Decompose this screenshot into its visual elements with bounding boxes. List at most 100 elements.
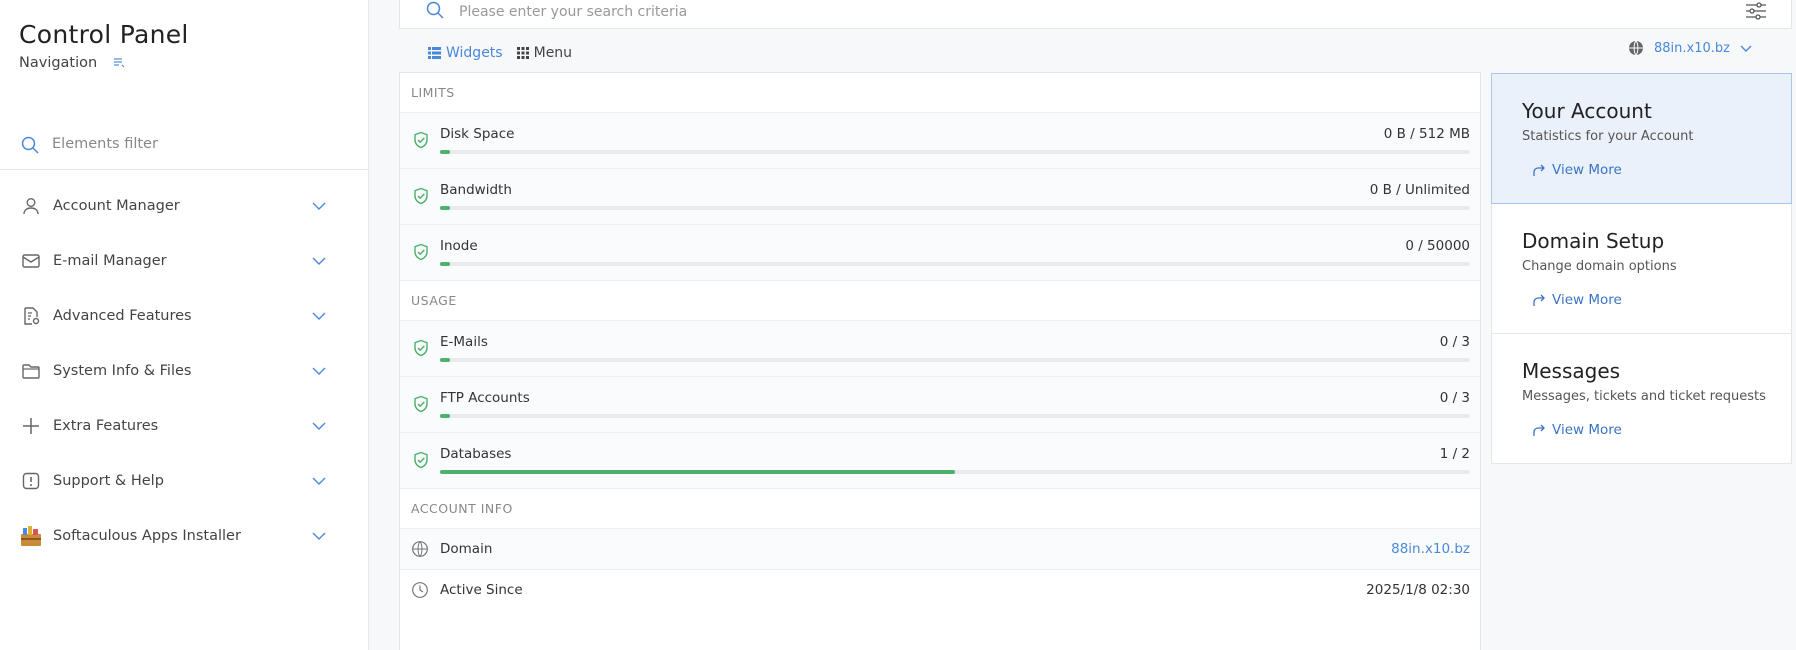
navigation-label: Navigation (19, 55, 98, 71)
sidebar-subtitle: Navigation (19, 55, 127, 71)
shield-check-icon (414, 451, 428, 469)
chevron-down-icon[interactable] (311, 308, 327, 324)
stat-row-inode: Inode 0 / 50000 (400, 225, 1480, 281)
chevron-down-icon[interactable] (311, 198, 327, 214)
softaculous-icon (20, 525, 42, 547)
search-icon (425, 0, 445, 24)
info-row-active-since: Active Since 2025/1/8 02:30 (400, 570, 1480, 611)
stat-row-databases: Databases 1 / 2 (400, 433, 1480, 489)
stat-name: Bandwidth (440, 182, 512, 198)
search-bar[interactable]: Please enter your search criteria (399, 0, 1792, 29)
stat-value: 0 / 3 (1439, 390, 1470, 406)
cards-column: Your Account Statistics for your Account… (1491, 73, 1792, 464)
progress-track (440, 262, 1470, 266)
chevron-down-icon[interactable] (311, 363, 327, 379)
domain-selector[interactable]: 88in.x10.bz (1628, 40, 1752, 56)
list-icon (428, 47, 441, 59)
view-more-link[interactable]: View More (1532, 422, 1622, 438)
sidebar: Control Panel Navigation Elements filter… (0, 0, 369, 650)
shield-check-icon (414, 395, 428, 413)
elements-filter[interactable]: Elements filter (0, 128, 369, 170)
stat-name: E-Mails (440, 334, 488, 350)
section-limits: LIMITS (400, 73, 1480, 113)
view-more-label: View More (1552, 162, 1622, 178)
view-more-label: View More (1552, 292, 1622, 308)
chevron-down-icon[interactable] (311, 473, 327, 489)
shield-check-icon (414, 339, 428, 357)
stat-row-disk-space: Disk Space 0 B / 512 MB (400, 113, 1480, 169)
stat-row-ftp-accounts: FTP Accounts 0 / 3 (400, 377, 1480, 433)
sidebar-item-softaculous[interactable]: Softaculous Apps Installer (0, 508, 369, 563)
stat-value: 0 / 50000 (1405, 238, 1470, 254)
card-title: Messages (1522, 359, 1621, 383)
sidebar-item-advanced-features[interactable]: Advanced Features (0, 288, 369, 343)
progress-track (440, 150, 1470, 154)
sidebar-nav: Account Manager E-mail Manager Advanced … (0, 178, 369, 563)
progress-track (440, 358, 1470, 362)
view-more-link[interactable]: View More (1532, 292, 1622, 308)
share-arrow-icon (1533, 164, 1545, 176)
sidebar-item-account-manager[interactable]: Account Manager (0, 178, 369, 233)
section-account-info: ACCOUNT INFO (400, 489, 1480, 529)
card-messages[interactable]: Messages Messages, tickets and ticket re… (1491, 334, 1792, 464)
sidebar-item-label: Account Manager (53, 197, 180, 214)
stat-name: Databases (440, 446, 512, 462)
card-title: Domain Setup (1522, 229, 1665, 253)
globe-icon (412, 541, 428, 557)
card-domain-setup[interactable]: Domain Setup Change domain options View … (1491, 204, 1792, 334)
card-your-account[interactable]: Your Account Statistics for your Account… (1491, 73, 1792, 204)
domain-link[interactable]: 88in.x10.bz (1391, 541, 1470, 557)
progress-fill (440, 206, 451, 210)
domain-selector-value: 88in.x10.bz (1654, 40, 1730, 56)
globe-icon (1629, 40, 1643, 56)
sidebar-item-label: E-mail Manager (53, 252, 167, 269)
active-since-value: 2025/1/8 02:30 (1366, 582, 1470, 598)
tab-menu[interactable]: Menu (516, 45, 573, 61)
stat-row-emails: E-Mails 0 / 3 (400, 321, 1480, 377)
progress-track (440, 414, 1470, 418)
stat-value: 0 B / 512 MB (1383, 126, 1470, 142)
document-gear-icon (20, 305, 42, 327)
chevron-down-icon[interactable] (311, 418, 327, 434)
info-label: Domain (440, 541, 493, 557)
progress-fill (440, 150, 451, 154)
stat-name: Inode (440, 238, 478, 254)
chevron-down-icon[interactable] (311, 253, 327, 269)
sidebar-item-extra-features[interactable]: Extra Features (0, 398, 369, 453)
view-more-link[interactable]: View More (1532, 162, 1622, 178)
stat-name: Disk Space (440, 126, 515, 142)
sidebar-item-label: Extra Features (53, 417, 159, 434)
share-arrow-icon (1533, 294, 1545, 306)
folder-icon (20, 360, 42, 382)
elements-filter-placeholder: Elements filter (52, 136, 158, 152)
sliders-icon[interactable] (1745, 2, 1767, 24)
chevron-down-icon (1740, 45, 1752, 52)
progress-fill (440, 470, 955, 474)
tab-menu-label: Menu (533, 45, 573, 61)
chevron-down-icon[interactable] (311, 528, 327, 544)
search-input[interactable]: Please enter your search criteria (459, 4, 687, 20)
view-tabs: Widgets Menu (428, 45, 572, 61)
card-description: Messages, tickets and ticket requests (1522, 389, 1766, 404)
stat-value: 0 / 3 (1439, 334, 1470, 350)
sidebar-item-email-manager[interactable]: E-mail Manager (0, 233, 369, 288)
progress-fill (440, 414, 451, 418)
envelope-icon (20, 250, 42, 272)
stat-name: FTP Accounts (440, 390, 530, 406)
sidebar-item-support-help[interactable]: Support & Help (0, 453, 369, 508)
sidebar-title: Control Panel (19, 20, 189, 49)
card-description: Statistics for your Account (1522, 129, 1694, 144)
shield-check-icon (414, 187, 428, 205)
grid-icon (516, 47, 529, 59)
sidebar-item-label: Softaculous Apps Installer (53, 527, 241, 544)
sidebar-item-system-info-files[interactable]: System Info & Files (0, 343, 369, 398)
tab-widgets[interactable]: Widgets (428, 45, 503, 61)
search-icon (20, 128, 40, 159)
progress-track (440, 206, 1470, 210)
shield-check-icon (414, 243, 428, 261)
collapse-menu-icon[interactable] (111, 55, 127, 71)
card-title: Your Account (1522, 99, 1652, 123)
tab-widgets-label: Widgets (446, 45, 503, 61)
sidebar-item-label: System Info & Files (53, 362, 192, 379)
sidebar-item-label: Support & Help (53, 472, 164, 489)
